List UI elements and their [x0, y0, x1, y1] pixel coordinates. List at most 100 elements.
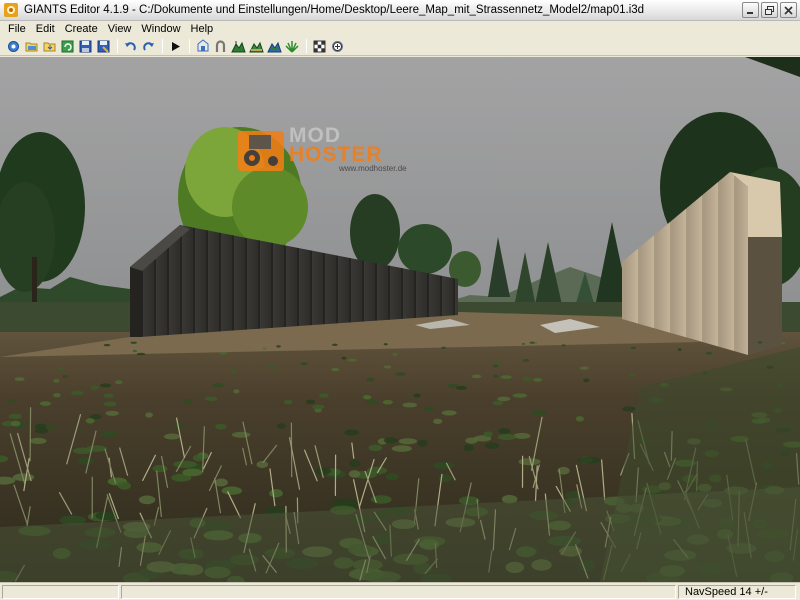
- menu-file[interactable]: File: [3, 22, 31, 36]
- save-icon: [79, 40, 92, 52]
- undo-button[interactable]: [122, 38, 139, 55]
- grass-clump: [391, 445, 412, 452]
- grass-clump: [522, 377, 533, 381]
- undo-icon: [125, 41, 136, 51]
- save-as-button[interactable]: [95, 38, 112, 55]
- grass-clump: [115, 380, 123, 385]
- grass-clump: [276, 345, 281, 348]
- terrain-paint-button[interactable]: [248, 38, 265, 55]
- grass-clump: [212, 383, 224, 388]
- grass-clump: [283, 399, 293, 405]
- grass-clump: [312, 404, 325, 410]
- grass-clump: [10, 420, 21, 427]
- grass-clump: [498, 428, 511, 434]
- grass-clump: [455, 385, 468, 390]
- grass-clump: [522, 358, 530, 362]
- menu-window[interactable]: Window: [136, 22, 185, 36]
- navspeed-readout: NavSpeed 14 +/-: [685, 586, 768, 598]
- foliage-paint-icon: [285, 40, 299, 53]
- grass-clump: [100, 431, 118, 437]
- terrain-sculpt-button[interactable]: [230, 38, 247, 55]
- giants-editor-window: GIANTS Editor 4.1.9 - C:/Dokumente und E…: [0, 0, 800, 600]
- grass-clump: [53, 378, 60, 383]
- grass-clump: [492, 400, 504, 406]
- reload-icon: [61, 40, 74, 52]
- grass-clump: [365, 400, 379, 405]
- grass-clump: [315, 467, 331, 475]
- grass-clump: [368, 444, 383, 452]
- grass-clump: [392, 353, 398, 356]
- grass-clump: [432, 418, 443, 424]
- maximize-button[interactable]: [761, 2, 778, 18]
- grass-clump: [182, 398, 193, 404]
- import-button[interactable]: [41, 38, 58, 55]
- settings-button[interactable]: [329, 38, 346, 55]
- grass-clump: [34, 423, 47, 430]
- toolbar-separator: [189, 39, 190, 53]
- grass-clump: [8, 413, 23, 419]
- new-button[interactable]: [5, 38, 22, 55]
- 3d-viewport[interactable]: MOD HOSTER www.modhoster.de: [0, 57, 800, 582]
- title-bar[interactable]: GIANTS Editor 4.1.9 - C:/Dokumente und E…: [0, 0, 800, 21]
- grass-clump: [529, 341, 535, 344]
- grass-clump: [471, 374, 482, 379]
- grass-clump: [233, 389, 240, 394]
- grass-clump: [402, 402, 418, 408]
- grass-clump: [262, 347, 267, 350]
- grass-clump: [331, 343, 338, 346]
- grass-clump: [382, 399, 393, 405]
- play-icon: [172, 41, 180, 51]
- grass-clump: [577, 456, 601, 464]
- reload-button[interactable]: [59, 38, 76, 55]
- grass-clump: [99, 383, 112, 388]
- grass-clump: [182, 468, 203, 477]
- play-button[interactable]: [167, 38, 184, 55]
- giants-app-icon: [4, 3, 18, 17]
- menu-edit[interactable]: Edit: [31, 22, 60, 36]
- grass-clump: [163, 433, 181, 440]
- menu-bar: File Edit Create View Window Help: [0, 21, 800, 37]
- grass-clump: [365, 377, 375, 382]
- terrain-detail-button[interactable]: [266, 38, 283, 55]
- grass-clump: [344, 429, 359, 436]
- grass-clump: [132, 349, 137, 353]
- menu-help[interactable]: Help: [186, 22, 219, 36]
- grass-clump: [145, 412, 154, 418]
- grass-clump: [385, 472, 399, 481]
- select-tool-button[interactable]: [194, 38, 211, 55]
- texture-paint-button[interactable]: [311, 38, 328, 55]
- grass-clump: [105, 410, 119, 416]
- open-button[interactable]: [23, 38, 40, 55]
- menu-create[interactable]: Create: [60, 22, 103, 36]
- grass-clump: [383, 437, 399, 444]
- foliage-paint-button[interactable]: [284, 38, 301, 55]
- grass-clump: [629, 373, 636, 377]
- grass-clump: [219, 351, 228, 355]
- save-button[interactable]: [77, 38, 94, 55]
- grass-clump: [53, 393, 61, 398]
- grass-clump: [58, 366, 64, 370]
- grass-clump: [532, 378, 543, 382]
- toolbar-separator: [117, 39, 118, 53]
- grass-clump: [484, 442, 500, 449]
- status-panel-main: [2, 585, 119, 599]
- grass-clump: [492, 374, 499, 379]
- close-icon: [784, 6, 793, 15]
- grass-clump: [757, 341, 763, 344]
- grass-clump: [424, 406, 435, 412]
- grass-clump: [77, 457, 94, 465]
- restore-icon: [765, 6, 774, 15]
- move-icon: [215, 39, 226, 52]
- grass-clump: [90, 414, 102, 420]
- minimize-button[interactable]: [742, 2, 759, 18]
- grass-clump: [575, 416, 584, 422]
- grass-clump: [398, 438, 418, 445]
- menu-view[interactable]: View: [103, 22, 137, 36]
- settings-icon: [332, 40, 343, 52]
- grass-clump: [256, 460, 269, 469]
- grass-clump: [495, 361, 503, 365]
- new-icon: [8, 40, 19, 52]
- close-button[interactable]: [780, 2, 797, 18]
- redo-button[interactable]: [140, 38, 157, 55]
- move-tool-button[interactable]: [212, 38, 229, 55]
